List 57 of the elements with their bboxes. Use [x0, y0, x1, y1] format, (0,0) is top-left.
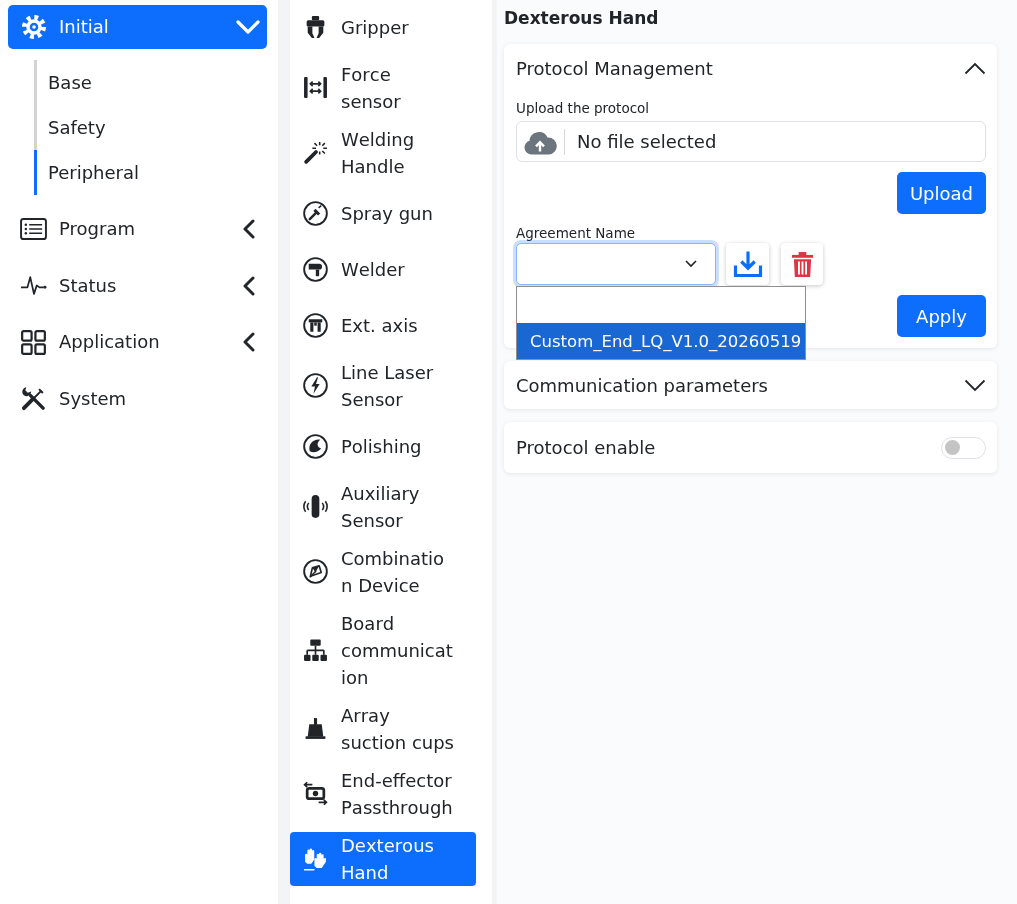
lightning-icon [303, 373, 328, 398]
sidebar-item[interactable]: Program [8, 207, 267, 251]
magic-wand-icon [303, 140, 328, 165]
device-item[interactable]: Line Laser Sensor [290, 358, 476, 413]
device-item[interactable]: Dexterous Hand [290, 831, 476, 886]
device-item[interactable]: Ext. axis [290, 302, 476, 348]
submenu-item[interactable]: Safety [34, 105, 194, 150]
polisher-icon [303, 433, 328, 459]
device-item[interactable]: Array suction cups [290, 701, 476, 756]
setting-label: Protocol enable [516, 437, 656, 458]
device-item[interactable]: Polishing [290, 423, 476, 469]
chevron-down-icon [685, 260, 697, 268]
sidebar-item[interactable]: Initial [8, 5, 267, 49]
device-item[interactable]: End-effector Passthrough [290, 766, 476, 821]
accordion-header[interactable]: Communication parameters [504, 361, 997, 409]
spray-gun-icon [303, 200, 328, 226]
upload-button[interactable]: Upload [896, 172, 986, 214]
sidebar-item[interactable]: Status [8, 263, 267, 308]
submenu-item[interactable]: Peripheral [34, 150, 194, 195]
sidebar-item[interactable]: Application [8, 320, 267, 364]
pen-nib-icon [303, 559, 328, 584]
field-label: Agreement Name [516, 225, 637, 242]
list-icon [20, 218, 47, 240]
submenu-item[interactable]: Base [34, 60, 194, 105]
hands-icon [303, 846, 328, 871]
sensor-waves-icon [303, 494, 328, 519]
exchange-icon [303, 781, 328, 806]
dropdown-option[interactable]: Custom_End_LQ_V1.0_20260519 [517, 323, 805, 359]
select-field[interactable] [516, 243, 716, 285]
delete-button[interactable] [781, 243, 823, 285]
page-title: Dexterous Hand [504, 7, 660, 29]
pulse-icon [20, 275, 47, 296]
device-item[interactable]: Board communication [290, 609, 476, 691]
apply-button[interactable]: Apply [897, 295, 986, 337]
device-item[interactable]: Auxiliary Sensor [290, 479, 476, 534]
device-item[interactable]: Combination Device [290, 544, 476, 599]
arrows-between-bars-icon [303, 75, 328, 100]
sidebar-item[interactable]: System [8, 376, 267, 421]
gantry-icon [303, 312, 328, 338]
gear-icon [21, 15, 46, 39]
device-item[interactable]: Force sensor [290, 60, 476, 115]
download-icon [732, 250, 763, 278]
device-item[interactable]: Gripper [290, 4, 476, 50]
hierarchy-icon [303, 637, 328, 663]
device-item[interactable]: Spray gun [290, 190, 476, 236]
toggle-switch[interactable] [941, 436, 986, 459]
download-button[interactable] [726, 243, 769, 285]
device-item[interactable]: Welder [290, 246, 476, 292]
accordion-header[interactable]: Protocol Management [504, 44, 997, 92]
suction-cup-icon [303, 716, 328, 741]
field-label: Upload the protocol [516, 100, 651, 117]
wrench-screwdriver-icon [21, 386, 46, 411]
file-input[interactable]: No file selected [516, 121, 986, 162]
device-item[interactable]: Welding Handle [290, 125, 476, 180]
grid-icon [21, 329, 46, 355]
trash-icon [790, 250, 814, 278]
heat-gun-icon [303, 256, 328, 282]
